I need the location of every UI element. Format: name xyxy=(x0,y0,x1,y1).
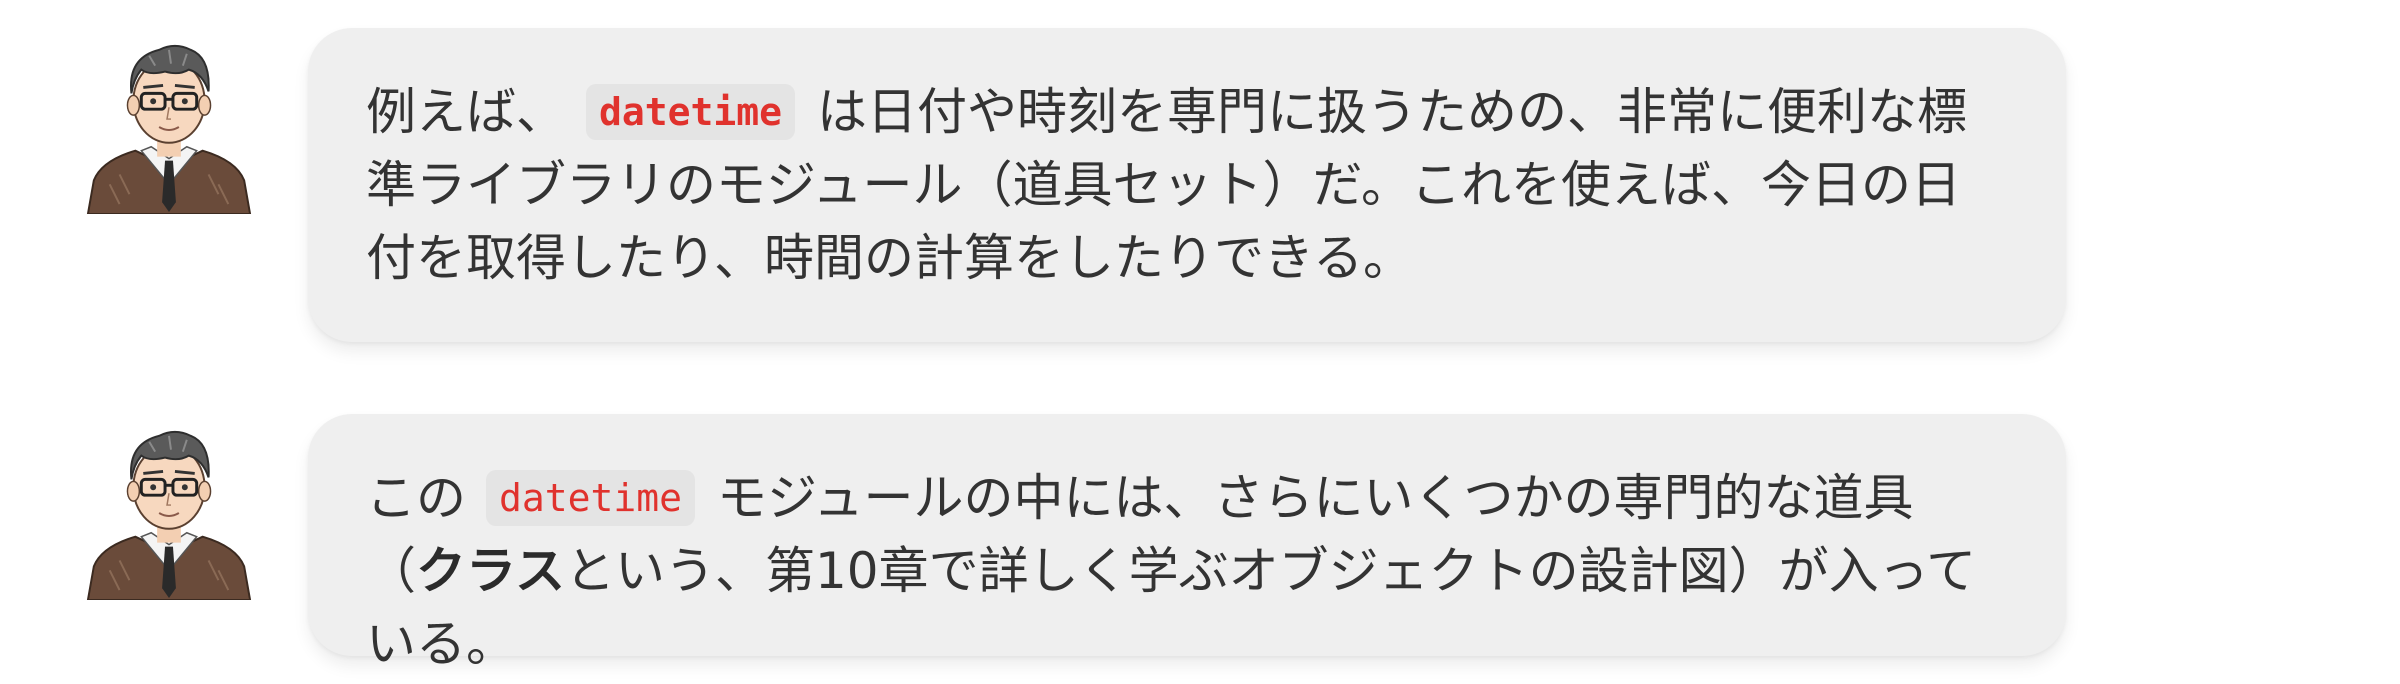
message-text: この datetime モジュールの中には、さらにいくつかの専門的な道具（クラスとい… xyxy=(366,462,2006,681)
message-text-end: という、第10章で詳しく学ぶオブジェクトの設計図）が入っている。 xyxy=(366,542,1977,673)
teacher-avatar-icon xyxy=(80,422,258,600)
inline-code: datetime xyxy=(486,470,696,526)
message-text: 例えば、 datetime は日付や時刻を専門に扱うための、非常に便利な標準ライブラ… xyxy=(366,76,2006,295)
speech-bubble: この datetime モジュールの中には、さらにいくつかの専門的な道具（クラスとい… xyxy=(308,414,2066,673)
bold-term: クラス xyxy=(416,542,565,600)
inline-code: datetime xyxy=(586,84,796,140)
message-text-before: 例えば、 xyxy=(366,83,566,141)
teacher-avatar-icon xyxy=(80,36,258,214)
message-text-before: この xyxy=(366,469,466,527)
speech-bubble: 例えば、 datetime は日付や時刻を専門に扱うための、非常に便利な標準ライブラ… xyxy=(308,28,2066,342)
